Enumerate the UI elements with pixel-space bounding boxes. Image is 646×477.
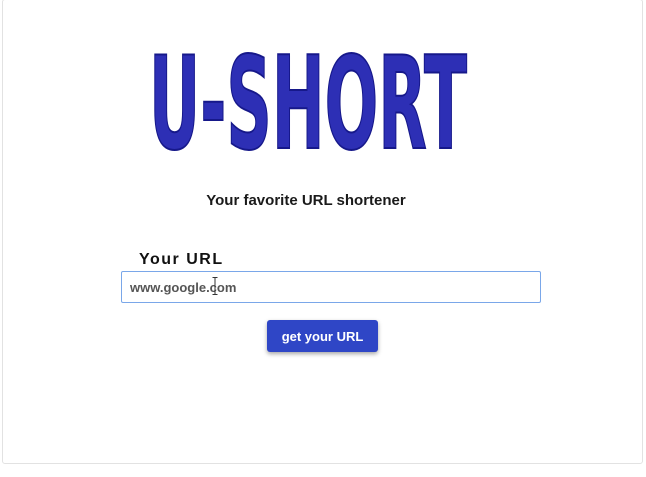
get-url-button[interactable]: get your URL [267,320,378,352]
url-input[interactable] [121,271,541,303]
url-label: Your URL [139,251,224,268]
page-frame: U-SHORT Your favorite URL shortener Your… [2,0,643,464]
u-short-logo: U-SHORT [148,30,468,170]
tagline: Your favorite URL shortener [206,192,406,209]
logo-text: U-SHORT [149,30,467,170]
